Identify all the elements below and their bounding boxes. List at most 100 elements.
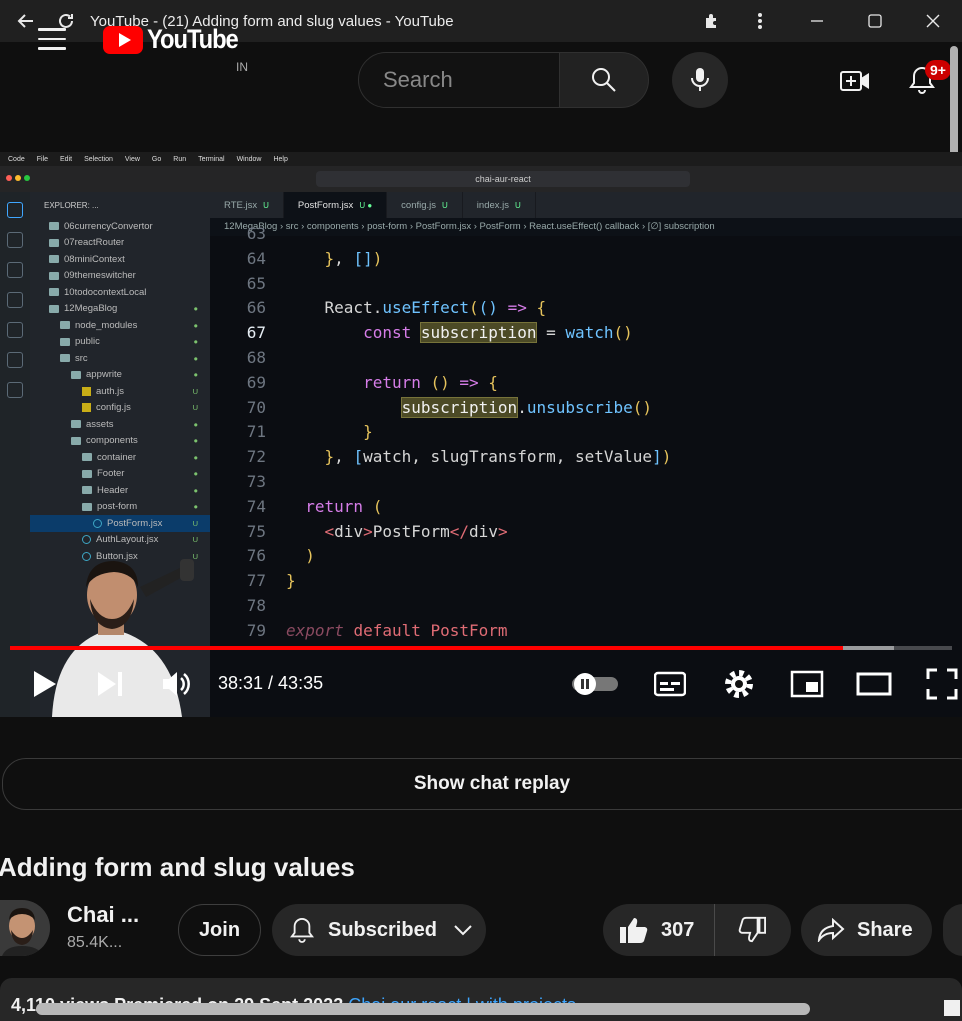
extensions-icon[interactable] <box>692 0 732 42</box>
file-tree-item: public ● <box>30 334 210 351</box>
code-token: , <box>334 447 354 467</box>
file-tree-label: container <box>97 451 137 463</box>
file-tree-label: 06currencyConvertor <box>64 220 153 232</box>
code-token: ] <box>652 447 662 467</box>
editor-tab: index.js U <box>463 192 536 218</box>
minimize-icon[interactable] <box>788 0 846 42</box>
youtube-logo[interactable]: YouTube <box>103 24 250 55</box>
editor-tab: config.js U <box>387 192 463 218</box>
show-chat-replay-button[interactable]: Show chat replay <box>2 758 962 810</box>
fullscreen-button[interactable] <box>926 668 958 700</box>
git-status-mark: ● <box>193 485 198 495</box>
file-tree-item: Header ● <box>30 482 210 499</box>
more-actions-button[interactable] <box>943 904 962 956</box>
traffic-light-icon <box>15 175 21 181</box>
code-token: useEffect <box>382 298 470 318</box>
gear-icon <box>725 670 753 698</box>
remote-icon <box>7 352 23 368</box>
folder-icon <box>82 453 92 462</box>
play-button[interactable] <box>28 667 60 701</box>
folder-icon <box>49 222 59 231</box>
code-token: > <box>363 521 373 541</box>
volume-button[interactable] <box>160 667 192 701</box>
code-line: 76 ) <box>210 544 962 569</box>
folder-icon <box>71 420 81 429</box>
search-button[interactable] <box>559 52 649 108</box>
mac-menu-item: Code <box>8 155 25 163</box>
code-line: 63 <box>210 222 962 247</box>
menu-icon[interactable] <box>38 28 66 50</box>
traffic-light-icon <box>24 175 30 181</box>
code-token: { <box>536 298 547 318</box>
theater-mode-button[interactable] <box>856 672 892 696</box>
mac-menu-item: Window <box>236 155 262 163</box>
like-button[interactable]: 307 <box>603 904 715 956</box>
code-token: } <box>286 571 296 591</box>
code-text: export default PostForm <box>286 619 508 644</box>
code-text: React.useEffect(() => { <box>286 296 547 321</box>
channel-name[interactable]: Chai ... <box>67 902 139 928</box>
next-button[interactable] <box>94 668 126 700</box>
file-tree-label: auth.js <box>96 385 124 397</box>
code-token: } <box>324 248 335 268</box>
subscribed-button[interactable]: Subscribed <box>272 904 486 956</box>
line-number: 67 <box>246 323 266 343</box>
line-number: 79 <box>246 620 266 640</box>
autoplay-toggle[interactable] <box>570 673 620 695</box>
subscribed-label: Subscribed <box>328 918 437 941</box>
join-label: Join <box>198 918 241 941</box>
mac-menu-item: Run <box>173 155 187 163</box>
code-line: 68 <box>210 346 962 371</box>
thumbs-up-icon <box>620 918 648 943</box>
code-line: 64 }, []) <box>210 247 962 272</box>
more-vert-icon[interactable] <box>732 0 788 42</box>
code-text: subscription.unsubscribe() <box>286 396 652 421</box>
dislike-button[interactable] <box>715 904 789 956</box>
git-status-mark: U <box>192 535 198 545</box>
autoplay-pause-icon <box>572 673 618 695</box>
video-title: Adding form and slug values <box>0 852 355 882</box>
code-token: , <box>334 248 354 268</box>
line-number: 73 <box>246 472 266 491</box>
time-display: 38:31 / 43:35 <box>218 673 324 693</box>
search-icon <box>7 232 23 248</box>
line-number: 65 <box>246 273 266 293</box>
create-button[interactable] <box>836 62 874 100</box>
line-number: 76 <box>246 546 266 566</box>
miniplayer-button[interactable] <box>790 670 824 698</box>
code-token: ) <box>305 546 315 566</box>
share-button[interactable]: Share <box>801 904 932 956</box>
subtitles-icon <box>653 671 687 697</box>
code-line: 78 <box>210 594 962 619</box>
video-player[interactable]: Code File Edit Selection View Go Run Terminal Wi… <box>0 152 962 717</box>
code-token: . <box>517 397 527 417</box>
git-status-mark: U <box>192 386 198 396</box>
code-text: } <box>286 420 373 445</box>
traffic-light-icon <box>6 175 12 181</box>
close-icon[interactable] <box>904 0 962 42</box>
file-tree-label: PostForm.jsx <box>107 517 163 529</box>
file-tree-item: 06currencyConvertor <box>30 218 210 235</box>
code-line: 72 }, [watch, slugTransform, setValue]) <box>210 445 962 470</box>
progress-played[interactable] <box>10 646 843 650</box>
channel-avatar[interactable] <box>0 900 50 956</box>
horizontal-scrollbar[interactable] <box>36 1003 810 1015</box>
folder-icon <box>71 436 81 445</box>
search-input[interactable]: Search <box>358 52 560 108</box>
settings-button[interactable] <box>722 667 756 701</box>
maximize-icon[interactable] <box>846 0 904 42</box>
line-number: 70 <box>246 397 266 417</box>
voice-search-button[interactable] <box>672 52 728 108</box>
git-status-mark: ● <box>193 419 198 429</box>
file-tree-label: public <box>75 336 100 348</box>
subtitles-button[interactable] <box>653 670 687 698</box>
line-number: 77 <box>246 571 266 591</box>
subscriber-count: 85.4K... <box>67 934 123 951</box>
join-button[interactable]: Join <box>178 904 261 956</box>
code-token: PostForm <box>372 521 450 541</box>
editor-tab-label: index.js <box>476 199 510 211</box>
country-code: IN <box>236 60 248 74</box>
